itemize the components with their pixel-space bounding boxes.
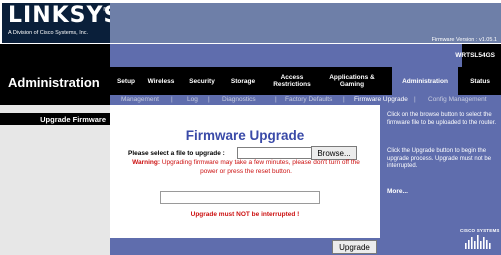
section-title: Administration — [8, 75, 100, 90]
sub-nav-left — [0, 95, 110, 105]
header: LINKSYS ® A Division of Cisco Systems, I… — [0, 0, 501, 44]
warning-text: Upgrading firmware may take a few minute… — [161, 159, 360, 175]
subnav-separator: | — [414, 96, 416, 103]
firmware-version: Firmware Version : v1.05.1 — [431, 37, 497, 43]
sub-nav-bar: Management | Log | Diagnostics | Factory… — [110, 95, 501, 105]
subnav-log[interactable]: Log — [187, 96, 198, 104]
subnav-separator: | — [171, 96, 173, 103]
upgrade-progress-field — [160, 191, 320, 204]
subnav-diagnostics[interactable]: Diagnostics — [222, 96, 256, 104]
model-name: WRTSL54GS — [455, 52, 495, 59]
header-banner: Firmware Version : v1.05.1 — [110, 3, 501, 43]
subnav-management[interactable]: Management — [121, 96, 159, 104]
tab-security[interactable]: Security — [184, 67, 220, 95]
product-band-right: WRTSL54GS — [455, 44, 501, 67]
action-bar: Upgrade — [110, 238, 380, 255]
interrupt-note: Upgrade must NOT be interrupted ! — [190, 211, 300, 218]
product-band-left — [0, 44, 110, 67]
subnav-separator: | — [275, 96, 277, 103]
page-title: Firmware Upgrade — [185, 128, 305, 143]
tab-status[interactable]: Status — [462, 67, 498, 95]
subnav-config-management[interactable]: Config Management — [428, 96, 487, 104]
upgrade-button[interactable]: Upgrade — [332, 240, 377, 254]
file-select-label: Please select a file to upgrade : — [128, 150, 225, 157]
tab-applications-gaming[interactable]: Applications & Gaming — [328, 67, 376, 95]
cisco-bars-icon — [465, 235, 491, 249]
tab-wireless[interactable]: Wireless — [142, 67, 180, 95]
left-column: Upgrade Firmware — [0, 105, 110, 255]
registered-mark: ® — [103, 7, 107, 13]
sub-nav: Management | Log | Diagnostics | Factory… — [0, 95, 501, 105]
warning-prefix: Warning: — [132, 159, 161, 166]
subnav-separator: | — [343, 96, 345, 103]
product-band: WRTSL54GS — [0, 44, 501, 67]
left-heading-bar: Upgrade Firmware — [0, 113, 110, 125]
product-band-mid — [110, 44, 462, 67]
left-heading: Upgrade Firmware — [40, 115, 106, 124]
linksys-logo: LINKSYS ® A Division of Cisco Systems, I… — [2, 3, 119, 43]
cisco-systems-logo: CISCO SYSTEMS — [460, 228, 499, 250]
tab-storage[interactable]: Storage — [224, 67, 262, 95]
tab-administration[interactable]: Administration — [392, 67, 458, 95]
main-content: Firmware Upgrade Please select a file to… — [110, 105, 380, 238]
help-text-upgrade: Click the Upgrade button to begin the up… — [387, 148, 492, 169]
tab-access-restrictions[interactable]: Access Restrictions — [268, 67, 316, 95]
help-more-link[interactable]: More... — [387, 188, 408, 195]
subnav-factory-defaults[interactable]: Factory Defaults — [285, 96, 332, 104]
cisco-brand-text: CISCO SYSTEMS — [460, 228, 500, 233]
warning-message: Warning: Upgrading firmware may take a f… — [132, 158, 360, 176]
main-nav: Administration Setup Wireless Security S… — [0, 67, 501, 95]
subnav-firmware-upgrade[interactable]: Firmware Upgrade — [354, 96, 408, 104]
subnav-separator: | — [208, 96, 210, 103]
logo-tagline: A Division of Cisco Systems, Inc. — [8, 30, 89, 36]
help-text-browse: Click on the browse button to select the… — [387, 112, 497, 126]
tab-setup[interactable]: Setup — [113, 67, 139, 95]
